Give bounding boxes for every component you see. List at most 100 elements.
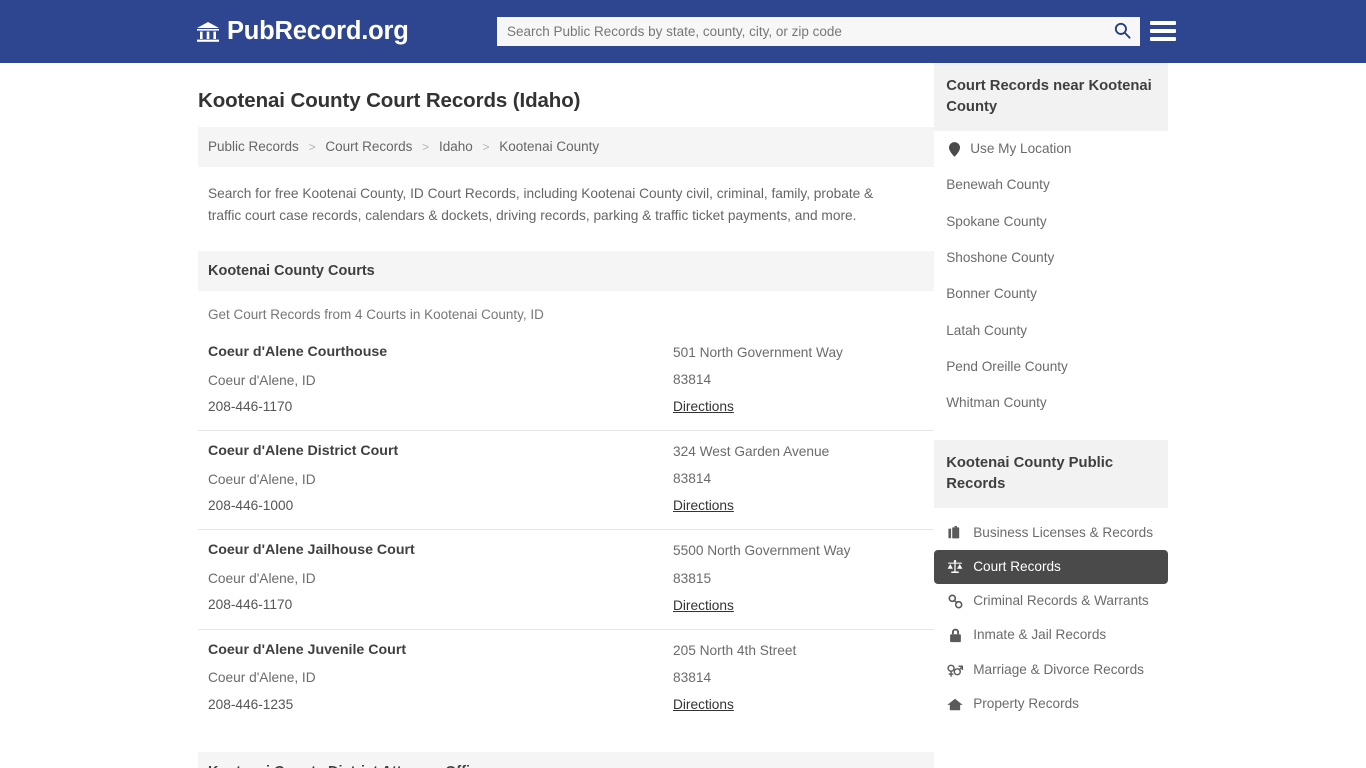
sidebar-item-label: Shoshone County (946, 249, 1055, 265)
court-city-state: Coeur d'Alene, ID (208, 571, 316, 587)
sidebar-item-label: Business Licenses & Records (973, 524, 1154, 540)
section-subheading-courts: Get Court Records from 4 Courts in Koote… (208, 306, 544, 322)
court-phone: 208-446-1170 (208, 597, 293, 613)
court-name: Coeur d'Alene Courthouse (208, 343, 388, 360)
sidebar-item-label: Whitman County (946, 395, 1047, 411)
sidebar: Court Records near Kootenai County Use M… (934, 63, 1168, 768)
sidebar-item-benewah-county[interactable]: Benewah County (934, 167, 1168, 203)
court-zip: 83814 (673, 669, 712, 685)
court-phone: 208-446-1000 (208, 498, 294, 514)
breadcrumb-item-kootenai-county[interactable]: Kootenai County (499, 139, 599, 154)
entry-address: 324 West Garden Avenue 83814 Directions (673, 443, 924, 515)
section-heading-district-attorney: Kootenai County District Attorney Office (198, 751, 935, 768)
site-logo-text: PubRecord.org (227, 16, 409, 45)
court-city-state: Coeur d'Alene, ID (208, 670, 316, 686)
search-icon (1114, 22, 1131, 42)
sidebar-item-whitman-county[interactable]: Whitman County (934, 385, 1168, 421)
table-row[interactable]: Coeur d'Alene District Court Coeur d'Ale… (198, 431, 935, 531)
sidebar-item-label: Spokane County (946, 213, 1047, 229)
sidebar-item-label: Criminal Records & Warrants (973, 593, 1149, 609)
bank-building-icon (195, 19, 221, 45)
breadcrumb-separator: > (482, 140, 490, 154)
sidebar-heading-nearby: Court Records near Kootenai County (934, 63, 1168, 131)
sidebar-item-label: Marriage & Divorce Records (973, 661, 1144, 677)
main-content: Kootenai County Court Records (Idaho) Pu… (198, 63, 935, 768)
sidebar-item-label: Property Records (973, 696, 1079, 712)
directions-link[interactable]: Directions (673, 598, 734, 613)
court-phone: 208-446-1235 (208, 696, 294, 712)
breadcrumb-item-public-records[interactable]: Public Records (208, 139, 299, 154)
court-zip: 83814 (673, 471, 712, 487)
entry-address: 205 North 4th Street 83814 Directions (673, 642, 924, 714)
sidebar-item-use-my-location[interactable]: Use My Location (934, 131, 1168, 167)
map-pin-icon (946, 141, 962, 157)
nearby-counties-list: Use My Location Benewah County Spokane C… (934, 131, 1168, 422)
hamburger-bar (1150, 29, 1176, 33)
site-logo[interactable]: PubRecord.org (195, 16, 409, 45)
sidebar-heading-public-records: Kootenai County Public Records (934, 439, 1168, 508)
court-street: 5500 North Government Way (673, 543, 851, 559)
site-header: PubRecord.org (0, 0, 1366, 63)
sidebar-item-spokane-county[interactable]: Spokane County (934, 204, 1168, 240)
gender-symbols-icon (946, 663, 964, 677)
hamburger-bar (1150, 21, 1176, 25)
public-records-list: Business Licenses & Records Court Record… (934, 516, 1168, 722)
sidebar-item-court-records[interactable]: Court Records (934, 549, 1168, 585)
sidebar-item-label: Pend Oreille County (946, 358, 1068, 374)
search-bar (497, 17, 1140, 46)
court-street: 501 North Government Way (673, 344, 843, 360)
sidebar-item-business-licenses[interactable]: Business Licenses & Records (934, 516, 1168, 550)
briefcase-icon (946, 525, 964, 540)
court-street: 324 West Garden Avenue (673, 444, 830, 460)
court-street: 205 North 4th Street (673, 642, 797, 658)
breadcrumb-item-court-records[interactable]: Court Records (325, 139, 412, 154)
sidebar-item-label: Benewah County (946, 177, 1050, 193)
court-zip: 83815 (673, 570, 712, 586)
breadcrumb-item-idaho[interactable]: Idaho (439, 139, 473, 154)
entry-details: Coeur d'Alene Juvenile Court Coeur d'Ale… (208, 642, 673, 714)
breadcrumb-separator: > (308, 140, 316, 154)
sidebar-item-label: Inmate & Jail Records (973, 627, 1107, 643)
sidebar-item-label: Use My Location (970, 141, 1072, 156)
sidebar-item-criminal-records[interactable]: Criminal Records & Warrants (934, 584, 1168, 618)
directions-link[interactable]: Directions (673, 498, 734, 513)
sidebar-item-shoshone-county[interactable]: Shoshone County (934, 240, 1168, 276)
sidebar-item-label: Latah County (946, 322, 1028, 338)
hamburger-menu-icon[interactable] (1150, 19, 1176, 43)
entry-address: 5500 North Government Way 83815 Directio… (673, 542, 924, 614)
sidebar-item-inmate-jail-records[interactable]: Inmate & Jail Records (934, 618, 1168, 652)
search-input[interactable] (497, 18, 1104, 45)
court-phone: 208-446-1170 (208, 398, 293, 414)
court-name: Coeur d'Alene District Court (208, 443, 399, 460)
court-name: Coeur d'Alene Juvenile Court (208, 641, 407, 658)
page-title: Kootenai County Court Records (Idaho) (198, 89, 581, 112)
table-row[interactable]: Coeur d'Alene Jailhouse Court Coeur d'Al… (198, 530, 935, 630)
house-icon (946, 698, 964, 711)
court-zip: 83814 (673, 372, 712, 388)
entry-address: 501 North Government Way 83814 Direction… (673, 344, 924, 416)
table-row[interactable]: Coeur d'Alene Juvenile Court Coeur d'Ale… (198, 630, 934, 728)
sidebar-item-latah-county[interactable]: Latah County (934, 313, 1168, 349)
table-row[interactable]: Coeur d'Alene Courthouse Coeur d'Alene, … (198, 332, 935, 432)
search-button[interactable] (1104, 17, 1140, 46)
section-heading-courts: Kootenai County Courts (198, 250, 935, 291)
sidebar-item-label: Bonner County (946, 286, 1037, 302)
sidebar-item-property-records[interactable]: Property Records (934, 687, 1168, 721)
hamburger-bar (1150, 37, 1176, 41)
sidebar-item-bonner-county[interactable]: Bonner County (934, 276, 1168, 312)
entry-details: Coeur d'Alene Courthouse Coeur d'Alene, … (208, 344, 673, 416)
handcuffs-icon (946, 594, 964, 609)
lock-icon (946, 628, 964, 643)
breadcrumb: Public Records > Court Records > Idaho >… (198, 127, 935, 167)
directions-link[interactable]: Directions (673, 697, 734, 712)
entry-details: Coeur d'Alene District Court Coeur d'Ale… (208, 443, 673, 515)
sidebar-item-marriage-divorce-records[interactable]: Marriage & Divorce Records (934, 653, 1168, 687)
sidebar-item-label: Court Records (973, 558, 1061, 574)
directions-link[interactable]: Directions (673, 399, 734, 414)
page-description: Search for free Kootenai County, ID Cour… (208, 185, 874, 223)
page-body: Kootenai County Court Records (Idaho) Pu… (0, 63, 1366, 768)
sidebar-item-pend-oreille-county[interactable]: Pend Oreille County (934, 349, 1168, 385)
court-city-state: Coeur d'Alene, ID (208, 372, 316, 388)
entry-details: Coeur d'Alene Jailhouse Court Coeur d'Al… (208, 542, 673, 614)
